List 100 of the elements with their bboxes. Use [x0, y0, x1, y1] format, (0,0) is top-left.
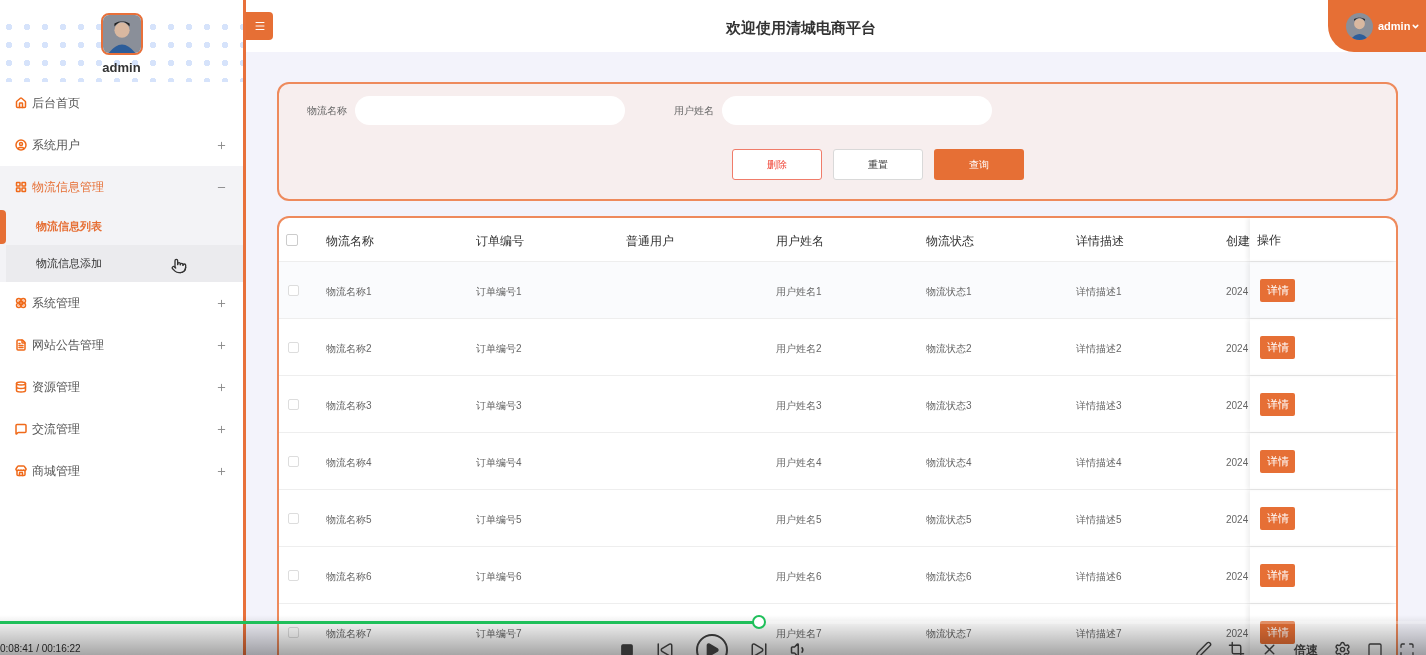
- expand-icon: [216, 423, 227, 435]
- speed-button[interactable]: 倍速: [1294, 642, 1318, 655]
- table-cell: 订单编号3: [476, 400, 522, 411]
- table-cell: 物流名称4: [326, 457, 372, 468]
- menu-item[interactable]: 系统管理: [0, 282, 243, 324]
- column-header: 物流状态: [926, 233, 974, 248]
- progress-track[interactable]: [0, 621, 1426, 624]
- table-cell: 详情描述4: [1076, 457, 1122, 468]
- table-cell: 物流名称6: [326, 571, 372, 582]
- table-cell: 订单编号1: [476, 286, 522, 297]
- submenu-item[interactable]: 物流信息列表: [6, 208, 243, 245]
- fullscreen-icon[interactable]: [1399, 641, 1415, 655]
- active-indicator: [0, 209, 6, 244]
- user-icon: [15, 139, 27, 151]
- menu-item[interactable]: 资源管理: [0, 366, 243, 408]
- document-icon: [15, 339, 27, 351]
- table-cell: 详情描述7: [1076, 628, 1122, 639]
- table-cell: 订单编号5: [476, 514, 522, 525]
- table-cell: 订单编号7: [476, 628, 522, 639]
- menu-item[interactable]: 物流信息管理: [0, 166, 243, 208]
- table-cell: 详情描述1: [1076, 286, 1122, 297]
- database-icon: [15, 381, 27, 393]
- next-icon[interactable]: [750, 641, 768, 655]
- details-button[interactable]: 详情: [1260, 335, 1295, 359]
- column-header: 创建: [1226, 233, 1250, 248]
- settings-icon[interactable]: [1334, 641, 1351, 655]
- details-button[interactable]: 详情: [1260, 278, 1295, 302]
- details-button[interactable]: 详情: [1260, 392, 1295, 416]
- stop-icon[interactable]: [620, 643, 634, 655]
- table-cell: 2024: [1226, 514, 1249, 525]
- checkbox[interactable]: [288, 455, 299, 467]
- action-button[interactable]: 查询: [933, 149, 1024, 180]
- table-cell: 用户姓名4: [776, 457, 822, 468]
- column-header: 普通用户: [626, 233, 674, 248]
- page-title: 欢迎使用清城电商平台: [725, 18, 876, 38]
- table-cell: 用户姓名2: [776, 343, 822, 354]
- menu-toggle-button[interactable]: [246, 12, 273, 40]
- column-header: 操作: [1257, 231, 1281, 249]
- column-header: 详情描述: [1076, 233, 1124, 248]
- checkbox[interactable]: [288, 626, 299, 638]
- table-cell: 详情描述3: [1076, 400, 1122, 411]
- flower-icon: [15, 297, 27, 309]
- table-cell: 用户姓名3: [776, 400, 822, 411]
- avatar: [1346, 12, 1373, 40]
- table-cell: 物流状态5: [926, 514, 972, 525]
- grid-icon: [15, 181, 27, 193]
- table-cell: 用户姓名1: [776, 286, 822, 297]
- menu-icon: [253, 20, 266, 32]
- avatar: [100, 13, 143, 55]
- column-header: 订单编号: [476, 233, 524, 248]
- table-cell: 用户姓名6: [776, 571, 822, 582]
- chat-icon: [15, 423, 27, 435]
- table-cell: 2024: [1226, 628, 1249, 639]
- details-button[interactable]: 详情: [1260, 620, 1295, 644]
- table-cell: 详情描述6: [1076, 571, 1122, 582]
- table-cell: 物流状态7: [926, 628, 972, 639]
- menu-item[interactable]: 网站公告管理: [0, 324, 243, 366]
- action-button[interactable]: 重置: [832, 149, 923, 180]
- expand-icon: [216, 339, 227, 351]
- checkbox[interactable]: [288, 569, 299, 581]
- menu-item[interactable]: 系统用户: [0, 124, 243, 166]
- checkbox[interactable]: [288, 398, 299, 410]
- crop-icon[interactable]: [1228, 641, 1245, 655]
- action-button[interactable]: 删除: [731, 149, 822, 180]
- table-cell: 2024: [1226, 286, 1249, 297]
- previous-icon[interactable]: [656, 641, 674, 655]
- column-header: 用户姓名: [776, 233, 824, 248]
- table-cell: 物流状态2: [926, 343, 972, 354]
- table-cell: 2024: [1226, 400, 1249, 411]
- menu-item[interactable]: 后台首页: [0, 82, 243, 124]
- submenu-item[interactable]: 物流信息添加: [6, 245, 243, 282]
- table-cell: 2024: [1226, 457, 1249, 468]
- details-button[interactable]: 详情: [1260, 449, 1295, 473]
- checkbox[interactable]: [288, 341, 299, 353]
- table-cell: 物流名称3: [326, 400, 372, 411]
- store-icon: [15, 465, 27, 477]
- expand-icon: [216, 465, 227, 477]
- table-cell: 物流名称5: [326, 514, 372, 525]
- checkbox[interactable]: [288, 284, 299, 296]
- field-label: 用户姓名: [674, 104, 714, 118]
- table-cell: 物流状态3: [926, 400, 972, 411]
- checkbox[interactable]: [286, 233, 298, 246]
- user-name: admin: [102, 59, 141, 77]
- table-cell: 物流状态4: [926, 457, 972, 468]
- checkbox[interactable]: [288, 512, 299, 524]
- window-icon[interactable]: [1367, 641, 1383, 655]
- user-menu[interactable]: admin: [1328, 0, 1426, 52]
- table-cell: 订单编号6: [476, 571, 522, 582]
- menu-item[interactable]: 商城管理: [0, 450, 243, 492]
- menu-item[interactable]: 交流管理: [0, 408, 243, 450]
- table-cell: 订单编号4: [476, 457, 522, 468]
- pen-icon[interactable]: [1195, 641, 1212, 655]
- expand-icon: [216, 381, 227, 393]
- details-button[interactable]: 详情: [1260, 506, 1295, 530]
- details-button[interactable]: 详情: [1260, 563, 1295, 587]
- table-cell: 物流状态1: [926, 286, 972, 297]
- table-cell: 用户姓名7: [776, 628, 822, 639]
- house-icon: [15, 97, 27, 109]
- table-cell: 物流名称2: [326, 343, 372, 354]
- table-cell: 用户姓名5: [776, 514, 822, 525]
